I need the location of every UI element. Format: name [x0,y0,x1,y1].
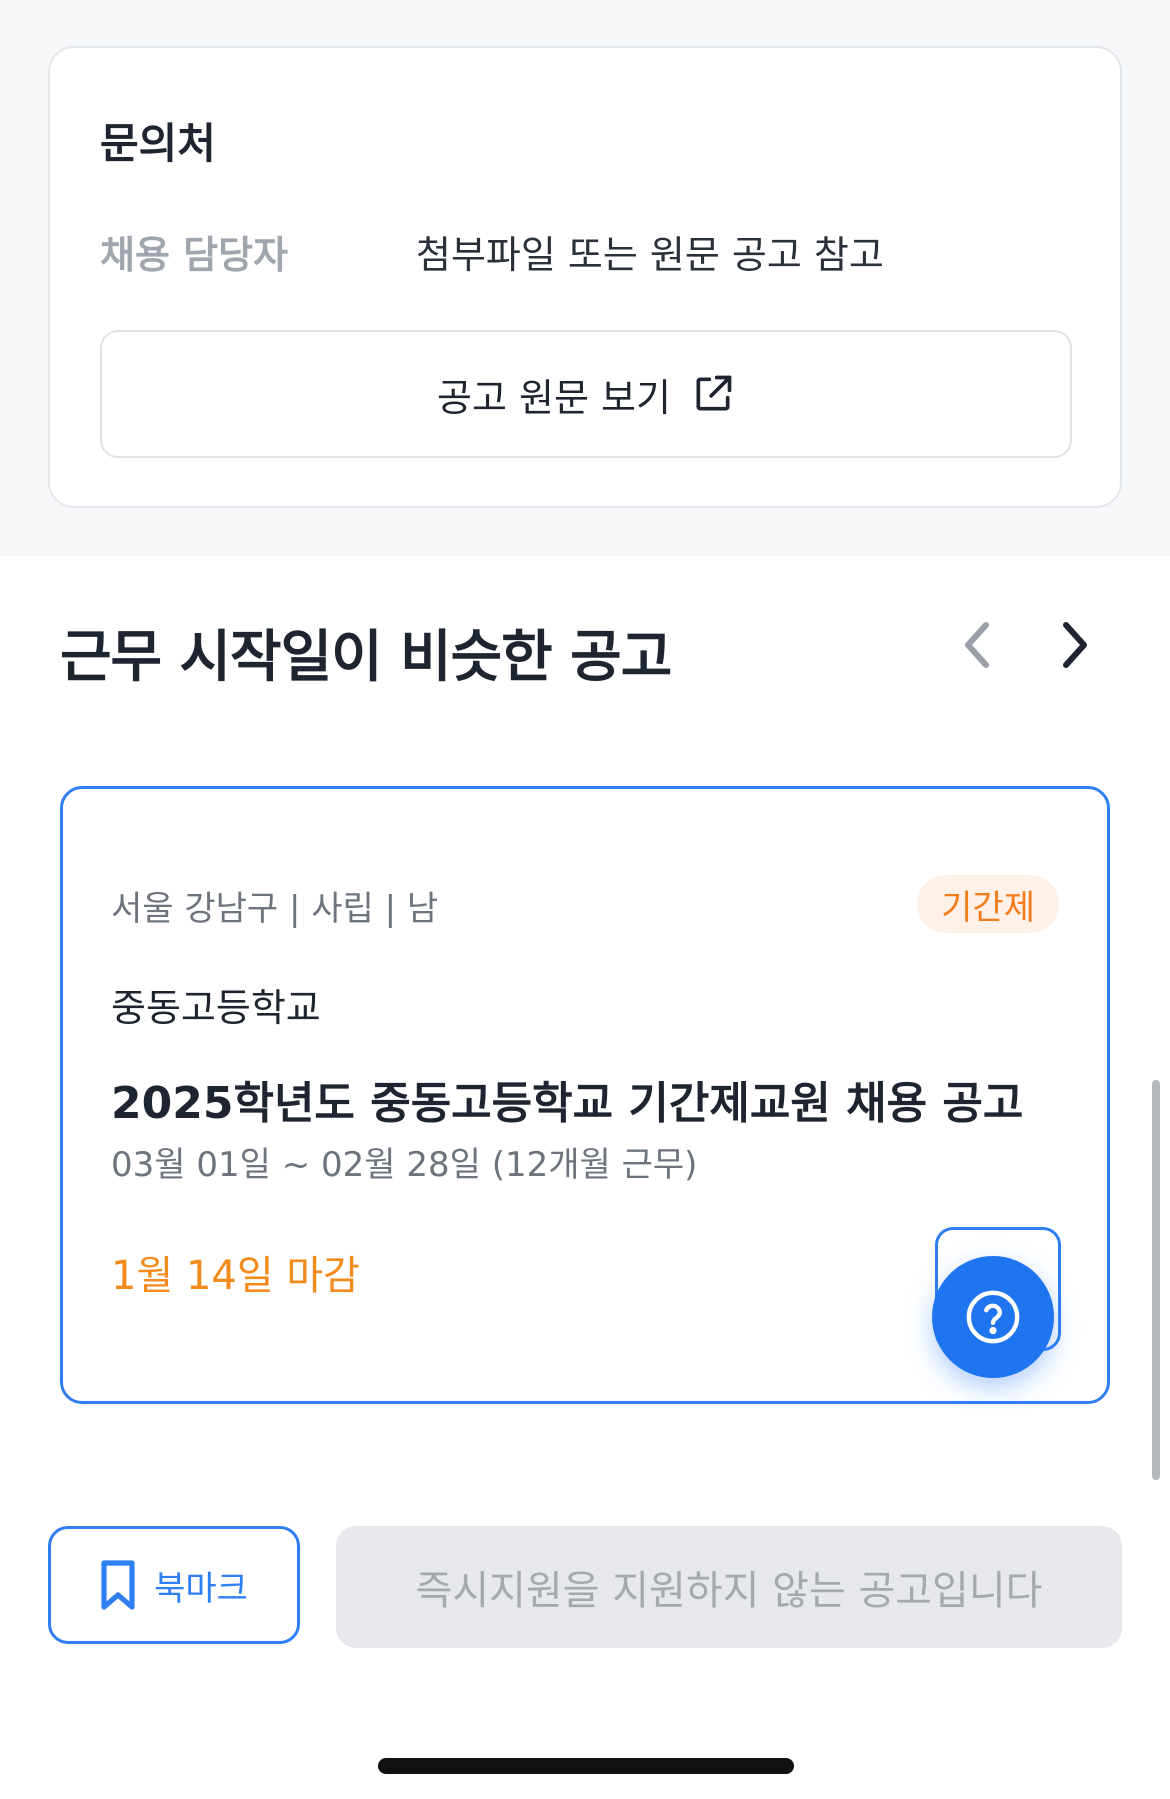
contact-card: 문의처 채용 담당자 첨부파일 또는 원문 공고 참고 공고 원문 보기 [48,46,1122,508]
view-original-button[interactable]: 공고 원문 보기 [100,330,1072,458]
prev-button[interactable] [948,610,1008,680]
question-circle-icon [966,1290,1020,1344]
apply-label: 즉시지원을 지원하지 않는 공고입니다 [415,1568,1043,1614]
apply-button[interactable]: 즉시지원을 지원하지 않는 공고입니다 [336,1526,1122,1648]
home-indicator [378,1758,794,1774]
contact-title: 문의처 [100,119,216,168]
similar-jobs-title: 근무 시작일이 비슷한 공고 [60,625,672,690]
job-period: 03월 01일 ~ 02월 28일 (12개월 근무) [111,1145,698,1185]
bookmark-button[interactable]: 북마크 [48,1526,300,1644]
bookmark-label: 북마크 [154,1568,248,1609]
job-title: 2025학년도 중동고등학교 기간제교원 채용 공고 [111,1078,1024,1129]
view-original-label: 공고 원문 보기 [437,375,671,420]
bookmark-icon [101,1560,135,1610]
chevron-left-icon [965,622,989,668]
chevron-right-icon [1063,622,1087,668]
job-type-badge: 기간제 [917,875,1059,933]
contact-row: 채용 담당자 첨부파일 또는 원문 공고 참고 [100,224,1080,277]
job-meta: 서울 강남구 | 사립 | 남 [111,889,439,929]
contact-section: 문의처 채용 담당자 첨부파일 또는 원문 공고 참고 공고 원문 보기 [0,0,1170,556]
contact-value: 첨부파일 또는 원문 공고 참고 [416,233,884,277]
job-deadline: 1월 14일 마감 [111,1253,360,1299]
contact-label: 채용 담당자 [100,233,289,277]
job-school: 중동고등학교 [111,986,321,1030]
external-link-icon [691,372,735,416]
scrollbar[interactable] [1152,1080,1160,1480]
help-button[interactable] [932,1256,1054,1378]
next-button[interactable] [1044,610,1104,680]
